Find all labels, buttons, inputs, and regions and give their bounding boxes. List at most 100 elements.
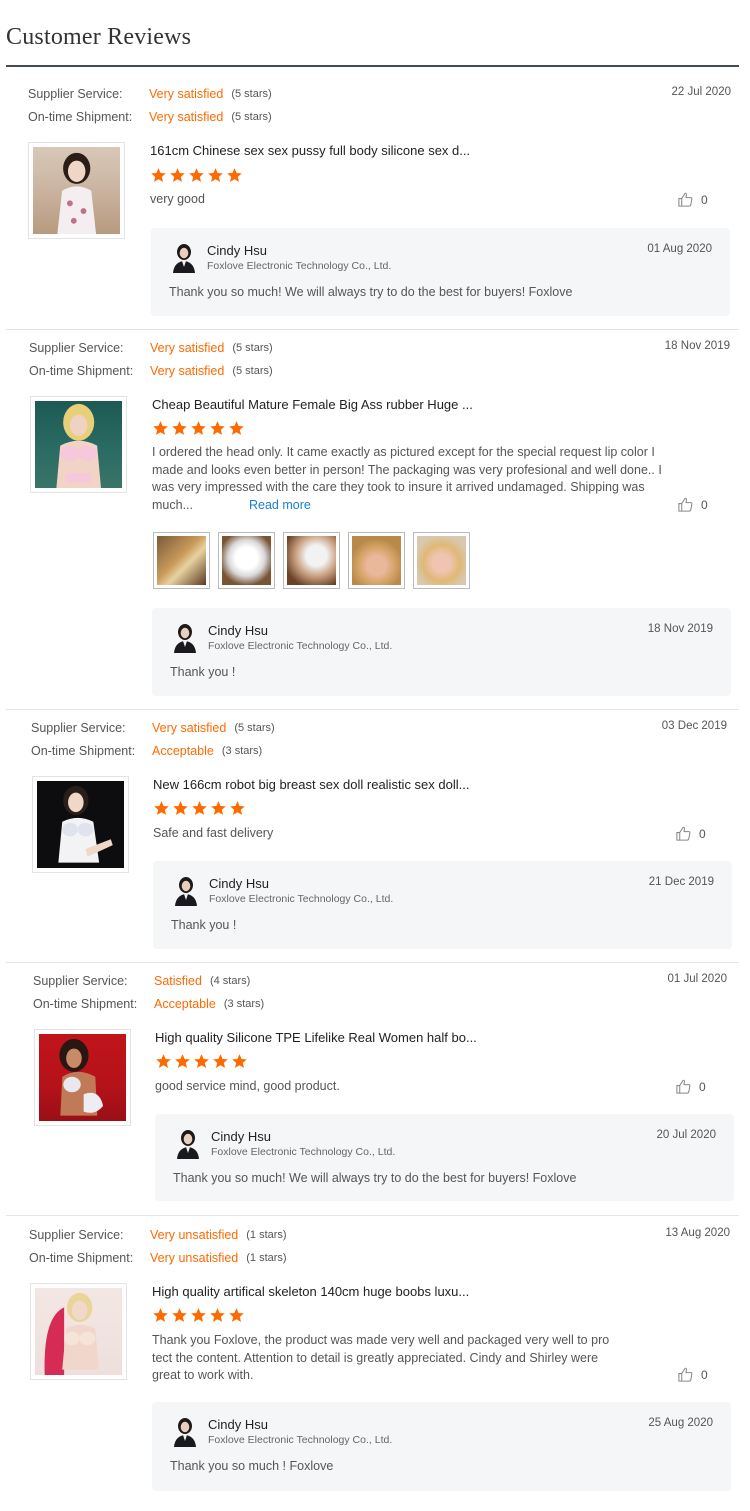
review-text: very good [150,192,205,206]
product-title[interactable]: High quality Silicone TPE Lifelike Real … [155,1030,477,1045]
review-photo-image [222,536,271,585]
star-icon [212,1053,229,1070]
supplier-service-rating: Supplier Service: Very unsatisfied (1 st… [29,1227,287,1243]
shipment-stars: (1 stars) [246,1252,287,1264]
product-title[interactable]: New 166cm robot big breast sex doll real… [153,777,469,792]
review-divider [6,1215,739,1216]
star-icon [210,800,227,817]
helpful-button[interactable]: 0 [677,496,708,513]
helpful-button[interactable]: 0 [677,191,708,208]
seller-company: Foxlove Electronic Technology Co., Ltd. [208,1434,393,1446]
helpful-button[interactable]: 0 [675,1078,706,1095]
review-photo[interactable] [348,532,405,589]
helpful-count: 0 [699,1079,706,1094]
star-icon [207,167,224,184]
reply-date: 20 Jul 2020 [656,1129,716,1141]
product-rating-stars [155,1053,248,1070]
product-title[interactable]: Cheap Beautiful Mature Female Big Ass ru… [152,397,473,412]
shipment-value: Acceptable [152,744,214,758]
shipment-stars: (5 stars) [231,111,272,123]
star-icon [172,800,189,817]
shipment-label: On-time Shipment: [29,364,134,378]
seller-avatar [173,876,199,906]
reply-date: 21 Dec 2019 [648,876,714,888]
star-icon [190,420,207,437]
product-thumbnail[interactable] [34,1029,131,1126]
product-rating-stars [152,1307,245,1324]
helpful-button[interactable]: 0 [675,825,706,842]
review-text-line: much... Read more [152,497,311,512]
product-thumbnail[interactable] [32,776,129,873]
review-text-line: Thank you Foxlove, the product was made … [152,1333,610,1347]
seller-avatar [171,243,197,273]
title-divider [6,65,739,67]
star-icon [209,1307,226,1324]
star-icon [153,800,170,817]
review-divider [6,329,739,330]
review-photo-image [157,536,206,585]
seller-name: Cindy Hsu [207,243,267,258]
product-image [32,146,121,235]
star-icon [152,420,169,437]
shipment-label: On-time Shipment: [29,1251,134,1265]
supplier-service-stars: (5 stars) [232,342,273,354]
supplier-service-value: Very unsatisfied [150,1228,239,1242]
supplier-service-label: Supplier Service: [31,721,126,735]
review-text: Thank you Foxlove, the product was made … [152,1332,680,1385]
product-thumbnail[interactable] [28,142,125,239]
product-thumbnail[interactable] [30,396,127,493]
review-photo[interactable] [153,532,210,589]
supplier-service-stars: (1 stars) [246,1229,287,1241]
supplier-service-stars: (5 stars) [231,88,272,100]
page-title: Customer Reviews [6,24,192,50]
seller-company: Foxlove Electronic Technology Co., Ltd. [208,640,393,652]
shipment-rating: On-time Shipment: Acceptable (3 stars) [31,743,262,759]
shipment-stars: (5 stars) [232,365,273,377]
thumbs-up-icon [675,1078,692,1095]
helpful-count: 0 [701,497,708,512]
helpful-count: 0 [701,192,708,207]
supplier-service-label: Supplier Service: [33,974,128,988]
seller-company: Foxlove Electronic Technology Co., Ltd. [207,260,392,272]
supplier-service-value: Very satisfied [150,341,225,355]
star-icon [193,1053,210,1070]
review-divider [6,962,739,963]
helpful-button[interactable]: 0 [677,1366,708,1383]
shipment-value: Very satisfied [150,364,225,378]
thumbs-up-icon [677,1366,694,1383]
seller-reply: Cindy Hsu Foxlove Electronic Technology … [152,608,731,696]
thumbs-up-icon [677,191,694,208]
product-rating-stars [152,420,245,437]
reply-text: Thank you ! [170,665,236,679]
supplier-service-rating: Supplier Service: Very satisfied (5 star… [28,86,272,102]
seller-reply: Cindy Hsu Foxlove Electronic Technology … [153,861,732,949]
reply-date: 25 Aug 2020 [648,1417,713,1429]
shipment-rating: On-time Shipment: Acceptable (3 stars) [33,996,264,1012]
reply-text: Thank you so much ! Foxlove [170,1459,334,1473]
reply-text: Thank you so much! We will always try to… [169,285,573,299]
review-photo[interactable] [283,532,340,589]
review-date: 22 Jul 2020 [671,86,731,98]
star-icon [229,800,246,817]
product-thumbnail[interactable] [30,1283,127,1380]
review-photo[interactable] [218,532,275,589]
shipment-value: Very satisfied [149,110,224,124]
read-more-link[interactable]: Read more [249,498,311,512]
supplier-service-rating: Supplier Service: Very satisfied (5 star… [31,720,275,736]
seller-name: Cindy Hsu [209,876,269,891]
seller-reply: Cindy Hsu Foxlove Electronic Technology … [155,1114,734,1201]
shipment-value: Very unsatisfied [150,1251,239,1265]
product-title[interactable]: High quality artifical skeleton 140cm hu… [152,1284,469,1299]
supplier-service-stars: (5 stars) [234,722,275,734]
star-icon [190,1307,207,1324]
star-icon [228,420,245,437]
seller-company: Foxlove Electronic Technology Co., Ltd. [211,1146,396,1158]
product-title[interactable]: 161cm Chinese sex sex pussy full body si… [150,143,470,158]
supplier-service-rating: Supplier Service: Satisfied (4 stars) [33,973,250,989]
reply-date: 01 Aug 2020 [647,243,712,255]
star-icon [231,1053,248,1070]
star-icon [226,167,243,184]
seller-reply: Cindy Hsu Foxlove Electronic Technology … [151,228,730,316]
review-photo[interactable] [413,532,470,589]
review-text-line: great to work with. [152,1368,254,1382]
